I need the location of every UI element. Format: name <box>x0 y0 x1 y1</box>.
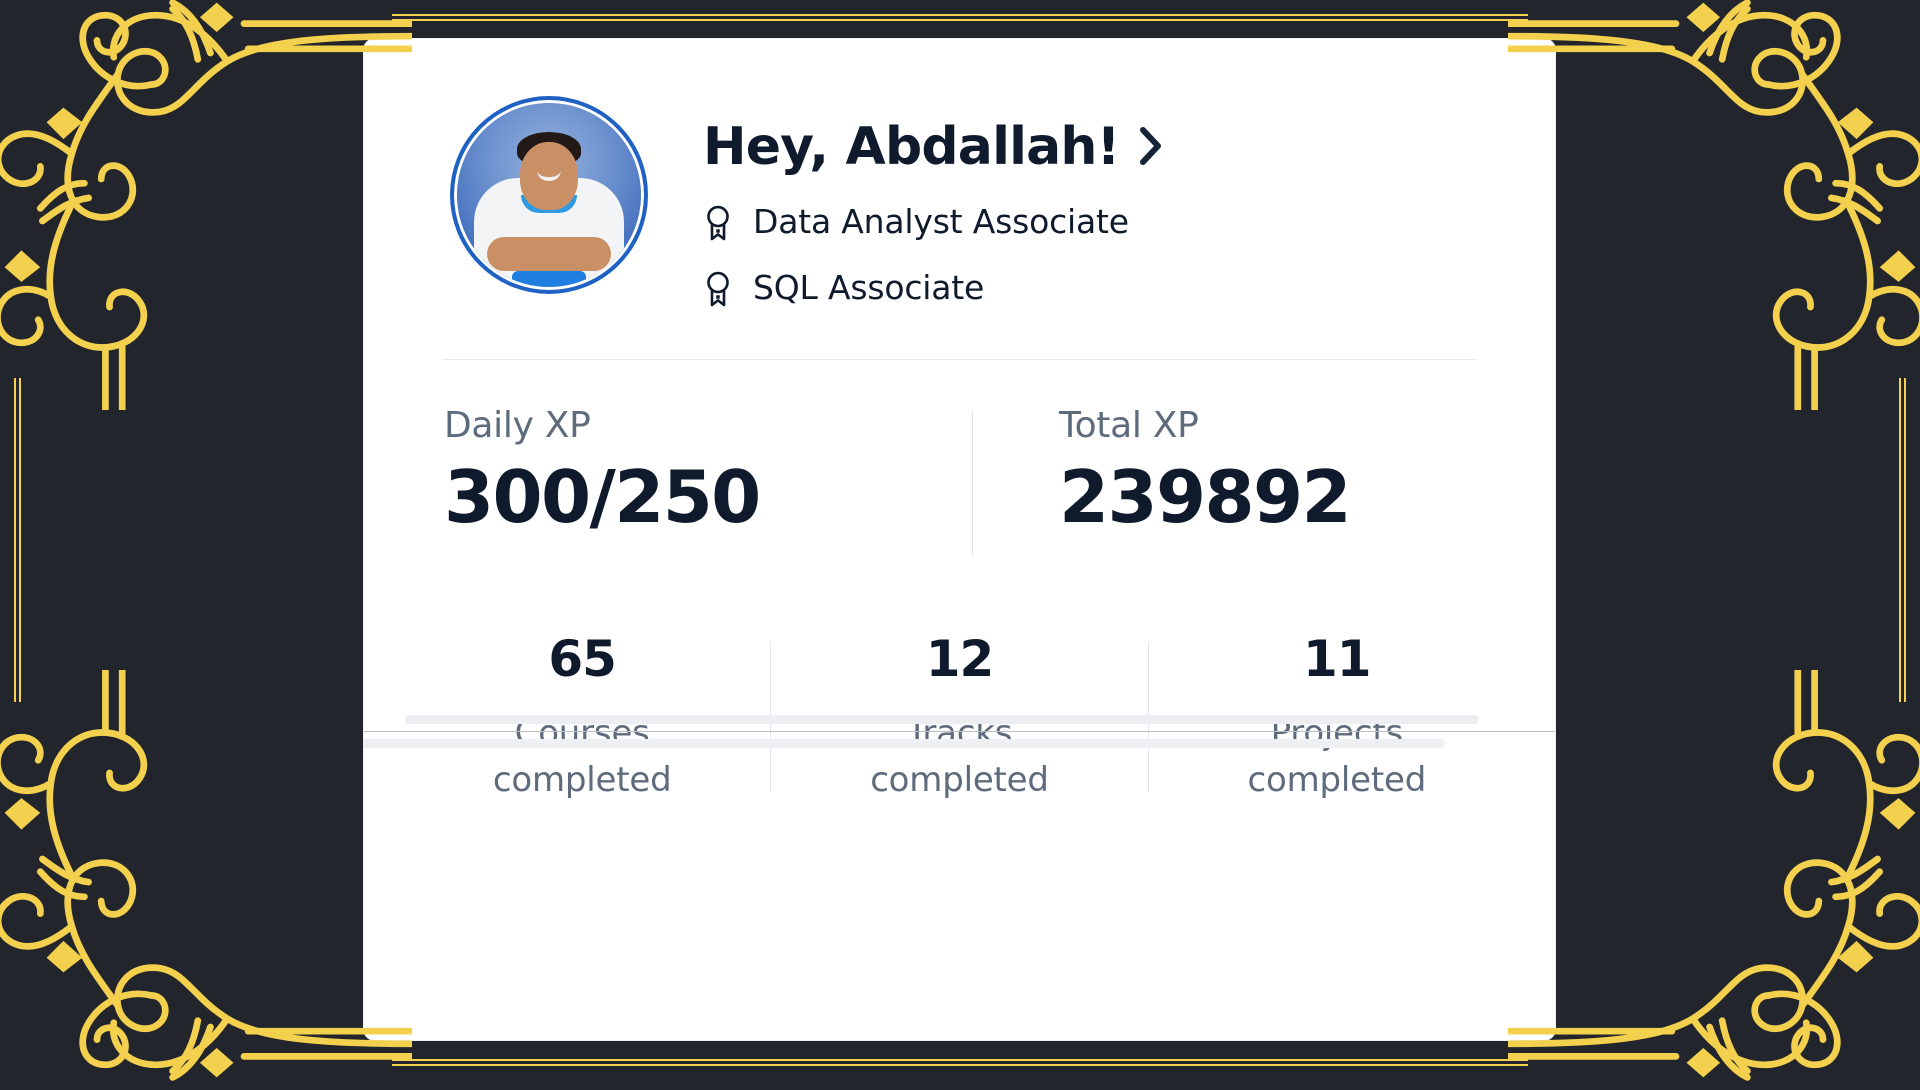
total-xp-label: Total XP <box>1059 405 1199 446</box>
total-xp-block: Total XP 239892 <box>973 405 1352 566</box>
xp-section: Daily XP 300/250 Total XP 239892 <box>442 360 1477 566</box>
stats-section: 65 Courses completed 12 Tracks completed… <box>364 566 1555 804</box>
stat-value: 65 <box>548 630 617 688</box>
page-title: Hey, Abdallah! <box>703 116 1120 177</box>
gold-corner-flourish-icon <box>1508 670 1920 1090</box>
stat-label: Tracks completed <box>781 710 1137 804</box>
avatar-image <box>457 103 641 287</box>
placeholder-bar <box>405 715 1479 724</box>
greeting-row[interactable]: Hey, Abdallah! <box>703 118 1166 175</box>
certification-item: SQL Associate <box>703 268 1166 307</box>
certification-label: SQL Associate <box>753 268 985 307</box>
certification-item: Data Analyst Associate <box>703 202 1166 241</box>
frame-rule-right <box>1899 378 1906 702</box>
frame-rule-left <box>14 378 21 702</box>
gold-corner-flourish-icon <box>0 670 412 1090</box>
capture-seam-line <box>364 731 1555 732</box>
daily-xp-block: Daily XP 300/250 <box>442 405 972 566</box>
certification-label: Data Analyst Associate <box>753 202 1129 241</box>
frame-rule-top <box>392 14 1528 21</box>
profile-card: Hey, Abdallah! Data Analyst Associate SQ… <box>363 38 1556 1041</box>
chevron-right-icon[interactable] <box>1136 122 1166 175</box>
total-xp-value: 239892 <box>1059 455 1352 539</box>
stat-value: 11 <box>1303 630 1372 688</box>
frame-rule-bottom <box>392 1059 1528 1066</box>
gold-corner-flourish-icon <box>1508 0 1920 410</box>
stat-label-line2: completed <box>492 759 672 800</box>
daily-xp-label: Daily XP <box>444 405 591 446</box>
profile-header: Hey, Abdallah! Data Analyst Associate SQ… <box>450 39 1477 307</box>
stat-label: Courses completed <box>404 710 760 804</box>
stat-label: Projects completed <box>1159 710 1515 804</box>
gold-corner-flourish-icon <box>0 0 412 410</box>
placeholder-bar <box>364 739 1445 748</box>
daily-xp-value: 300/250 <box>444 455 761 539</box>
award-badge-icon <box>703 270 733 306</box>
stat-label-line2: completed <box>870 759 1049 800</box>
stat-value: 12 <box>925 630 995 688</box>
award-badge-icon <box>703 204 733 240</box>
avatar[interactable] <box>450 96 648 294</box>
stat-label-line2: completed <box>1247 759 1427 800</box>
